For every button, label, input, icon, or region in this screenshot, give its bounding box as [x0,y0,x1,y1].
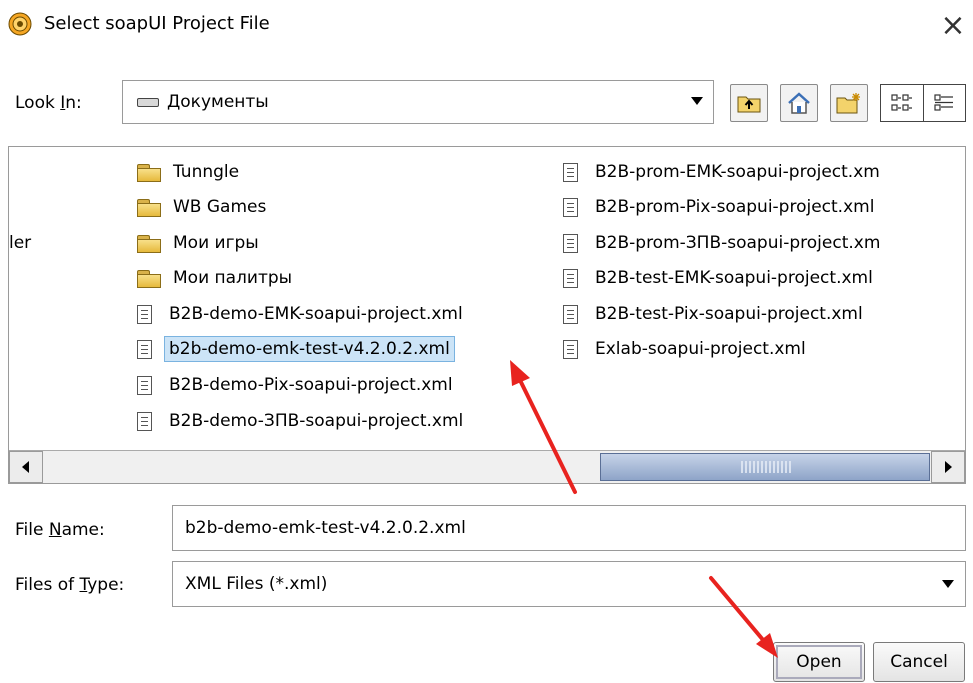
annotation-arrows [510,360,778,658]
annotation-arrow-icon [510,360,577,494]
annotation-arrow-icon [709,576,778,658]
